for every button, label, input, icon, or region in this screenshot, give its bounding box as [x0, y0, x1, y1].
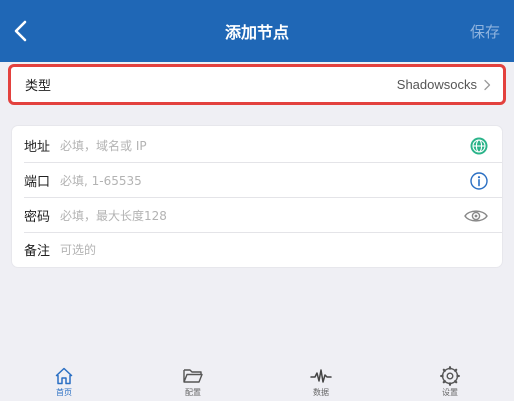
- chevron-right-icon: [484, 79, 491, 90]
- port-row: 端口: [12, 163, 502, 198]
- remark-input[interactable]: [60, 242, 490, 257]
- address-label: 地址: [24, 140, 51, 155]
- node-form: 地址 端口: [12, 126, 502, 267]
- port-input[interactable]: [60, 173, 468, 188]
- tab-label: 设置: [442, 388, 458, 397]
- navigation-bar: 添加节点 保存: [0, 0, 514, 62]
- tab-settings[interactable]: 设置: [425, 366, 475, 398]
- tab-config[interactable]: 配置: [168, 366, 218, 398]
- tab-data[interactable]: 数据: [296, 366, 346, 398]
- password-input[interactable]: [60, 208, 462, 223]
- password-row: 密码: [12, 198, 502, 233]
- port-label: 端口: [24, 175, 51, 190]
- folder-icon: [183, 369, 203, 383]
- gear-icon: [440, 366, 460, 386]
- type-value-group: Shadowsocks: [397, 77, 491, 92]
- type-value: Shadowsocks: [396, 77, 477, 92]
- address-row: 地址: [12, 128, 502, 163]
- tab-label: 配置: [185, 388, 201, 397]
- chevron-left-icon: [14, 20, 27, 42]
- page-title: 添加节点: [224, 23, 289, 42]
- eye-icon[interactable]: [462, 205, 490, 227]
- remark-row: 备注: [12, 232, 502, 267]
- tab-home[interactable]: 首页: [39, 366, 89, 398]
- save-button[interactable]: 保存: [470, 21, 500, 42]
- add-node-screen: 添加节点 保存 类型 Shadowsocks 地址 必填，域名或 IP 端口 必…: [0, 0, 514, 401]
- remark-label: 备注: [24, 244, 51, 259]
- tab-bar: 首页 配置 数据 设置: [0, 362, 514, 401]
- password-label: 密码: [24, 210, 51, 225]
- tab-label: 首页: [56, 388, 72, 397]
- back-button[interactable]: [12, 20, 30, 42]
- type-label: 类型: [25, 79, 52, 94]
- globe-icon[interactable]: [468, 135, 490, 157]
- waveform-icon: [310, 369, 332, 383]
- address-input[interactable]: [60, 138, 468, 153]
- info-icon[interactable]: [468, 170, 490, 192]
- home-icon: [55, 367, 73, 385]
- tab-label: 数据: [313, 388, 329, 397]
- protocol-type-row[interactable]: 类型 Shadowsocks: [8, 64, 506, 105]
